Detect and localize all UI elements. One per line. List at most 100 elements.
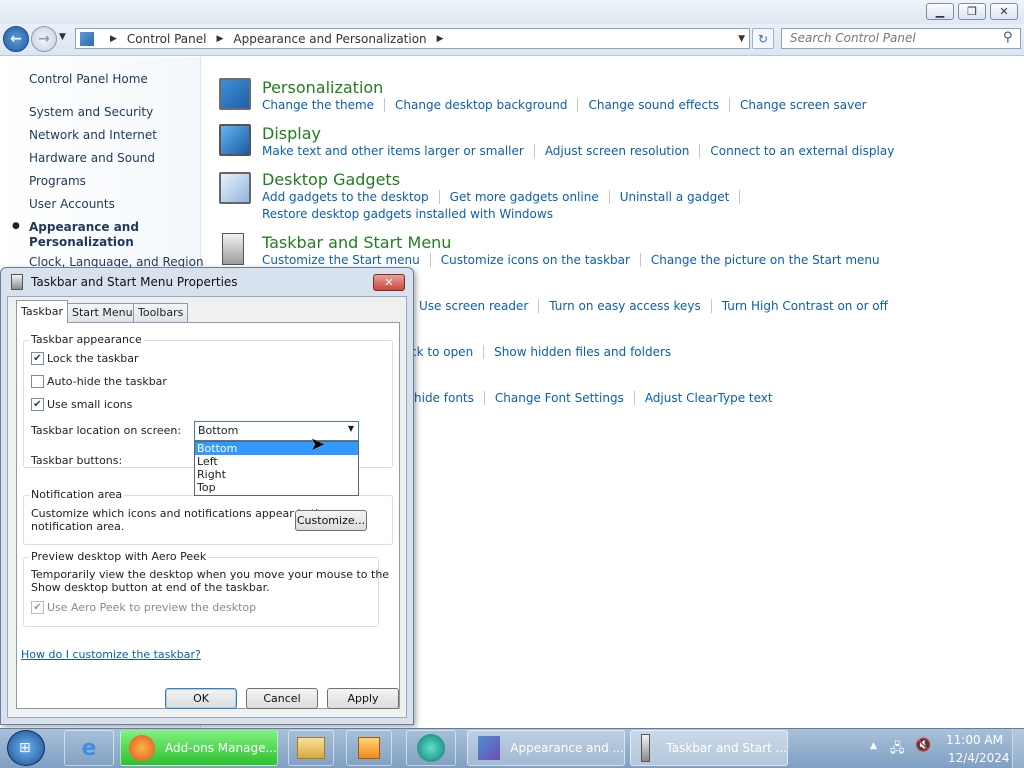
link-add-gadgets[interactable]: Add gadgets to the desktop xyxy=(262,190,429,204)
sidebar-item-hardware[interactable]: Hardware and Sound xyxy=(29,151,155,165)
address-dropdown-icon[interactable]: ▼ xyxy=(738,34,745,44)
apply-button[interactable]: Apply xyxy=(327,688,399,709)
dialog-titlebar[interactable]: Taskbar and Start Menu Properties xyxy=(1,268,413,296)
aero-peek-checkbox: ✔ xyxy=(31,601,44,614)
location-option-right[interactable]: Right xyxy=(195,468,358,481)
link-screen-reader[interactable]: Use screen reader xyxy=(419,299,528,313)
sidebar-item-user-accounts[interactable]: User Accounts xyxy=(29,197,115,211)
start-button[interactable]: ⊞ xyxy=(7,730,45,766)
link-cleartype[interactable]: Adjust ClearType text xyxy=(645,391,773,405)
network-icon[interactable]: 🖧 xyxy=(890,739,905,761)
link-more-gadgets[interactable]: Get more gadgets online xyxy=(450,190,599,204)
link-uninstall-gadget[interactable]: Uninstall a gadget xyxy=(620,190,730,204)
lock-taskbar-label[interactable]: Lock the taskbar xyxy=(47,352,139,365)
link-hidden-files[interactable]: Show hidden files and folders xyxy=(494,345,671,359)
link-font-settings[interactable]: Change Font Settings xyxy=(495,391,624,405)
link-restore-gadgets[interactable]: Restore desktop gadgets installed with W… xyxy=(262,207,553,221)
lock-taskbar-checkbox[interactable]: ✔ xyxy=(31,352,44,365)
ok-button[interactable]: OK xyxy=(165,688,237,709)
tab-start-menu[interactable]: Start Menu xyxy=(67,303,138,323)
refresh-button[interactable]: ↻ xyxy=(752,28,774,49)
notification-text-2: notification area. xyxy=(31,520,125,533)
link-hide-fonts[interactable]: hide fonts xyxy=(414,391,474,405)
customize-button[interactable]: Customize... xyxy=(295,510,367,531)
location-label: Taskbar location on screen: xyxy=(31,424,182,437)
app-taskbar-button[interactable] xyxy=(406,730,456,766)
link-change-screensaver[interactable]: Change screen saver xyxy=(740,98,867,112)
link-change-background[interactable]: Change desktop background xyxy=(395,98,567,112)
link-start-picture[interactable]: Change the picture on the Start menu xyxy=(651,253,880,267)
back-button[interactable]: ← xyxy=(3,26,29,52)
ie-taskbar-button[interactable]: e xyxy=(64,730,114,766)
personalization-icon xyxy=(219,78,251,110)
taskbar-location-dropdown: Bottom Left Right Top xyxy=(194,441,359,496)
teal-app-icon xyxy=(417,734,445,762)
search-icon[interactable]: ⚲ xyxy=(1003,30,1013,45)
link-screen-resolution[interactable]: Adjust screen resolution xyxy=(545,144,690,158)
tab-toolbars[interactable]: Toolbars xyxy=(133,303,189,323)
sidebar-item-network[interactable]: Network and Internet xyxy=(29,128,157,142)
taskbar-properties-dialog: Taskbar and Start Menu Properties ✕ Task… xyxy=(0,267,414,725)
sidebar-item-system-security[interactable]: System and Security xyxy=(29,105,153,119)
gadgets-icon xyxy=(219,172,251,204)
control-panel-taskbar-button[interactable]: Appearance and ... xyxy=(467,730,625,766)
cancel-button[interactable]: Cancel xyxy=(246,688,318,709)
show-hidden-icons-icon[interactable]: ▲ xyxy=(870,741,877,751)
close-button[interactable]: ✕ xyxy=(990,3,1018,20)
link-customize-taskbar-icons[interactable]: Customize icons on the taskbar xyxy=(441,253,630,267)
search-input[interactable]: Search Control Panel xyxy=(781,28,1021,49)
link-click-to-open[interactable]: ck to open xyxy=(410,345,473,359)
forward-button[interactable]: → xyxy=(31,26,57,52)
sidebar-control-panel-home[interactable]: Control Panel Home xyxy=(29,72,148,86)
close-icon: ✕ xyxy=(384,276,394,289)
search-placeholder: Search Control Panel xyxy=(790,31,916,45)
breadcrumb-appearance[interactable]: Appearance and Personalization xyxy=(233,32,426,46)
small-icons-checkbox[interactable]: ✔ xyxy=(31,398,44,411)
personalization-title[interactable]: Personalization xyxy=(262,78,383,97)
location-option-bottom[interactable]: Bottom xyxy=(195,442,358,455)
dialog-taskbar-label: Taskbar and Start ... xyxy=(666,741,787,755)
link-text-size[interactable]: Make text and other items larger or smal… xyxy=(262,144,524,158)
sidebar-item-programs[interactable]: Programs xyxy=(29,174,86,188)
separator xyxy=(483,345,485,359)
tab-taskbar[interactable]: Taskbar xyxy=(16,300,68,323)
taskbar-location-select[interactable]: Bottom ▼ xyxy=(194,421,359,441)
dialog-taskbar-button[interactable]: Taskbar and Start ... xyxy=(630,730,788,766)
maximize-button[interactable]: ❐ xyxy=(958,3,986,20)
show-desktop-button[interactable] xyxy=(1012,729,1024,768)
help-link[interactable]: How do I customize the taskbar? xyxy=(21,648,201,661)
link-customize-start[interactable]: Customize the Start menu xyxy=(262,253,420,267)
small-icons-label[interactable]: Use small icons xyxy=(47,398,132,411)
autohide-checkbox[interactable] xyxy=(31,375,44,388)
media-player-taskbar-button[interactable] xyxy=(346,730,392,766)
location-selected-value: Bottom xyxy=(198,424,239,437)
tab-panel: Taskbar appearance ✔ Lock the taskbar Au… xyxy=(16,322,400,709)
link-easy-access-keys[interactable]: Turn on easy access keys xyxy=(549,299,700,313)
link-external-display[interactable]: Connect to an external display xyxy=(710,144,894,158)
taskbar-start-title[interactable]: Taskbar and Start Menu xyxy=(262,233,451,252)
mouse-cursor-icon: ➤ xyxy=(310,434,326,455)
location-option-left[interactable]: Left xyxy=(195,455,358,468)
autohide-label[interactable]: Auto-hide the taskbar xyxy=(47,375,167,388)
explorer-taskbar-button[interactable] xyxy=(288,730,334,766)
breadcrumb-control-panel[interactable]: Control Panel xyxy=(127,32,207,46)
link-change-sound[interactable]: Change sound effects xyxy=(588,98,719,112)
separator xyxy=(483,391,485,405)
link-high-contrast[interactable]: Turn High Contrast on or off xyxy=(722,299,888,313)
sidebar-item-appearance-line2: Personalization xyxy=(29,235,134,249)
display-title[interactable]: Display xyxy=(262,124,321,143)
address-bar[interactable]: ▶ Control Panel ▶ Appearance and Persona… xyxy=(75,28,750,49)
volume-muted-icon[interactable]: 🔇 xyxy=(915,738,931,753)
clock-time[interactable]: 11:00 AM xyxy=(946,733,1003,747)
separator xyxy=(533,144,535,158)
dialog-close-button[interactable]: ✕ xyxy=(373,274,405,291)
control-panel-taskbar-label: Appearance and ... xyxy=(510,741,624,755)
firefox-taskbar-button[interactable]: Add-ons Manage... xyxy=(120,730,278,766)
recent-pages-dropdown-icon[interactable]: ▼ xyxy=(59,32,66,42)
restore-icon: ❐ xyxy=(967,5,977,18)
location-option-top[interactable]: Top xyxy=(195,481,358,494)
link-change-theme[interactable]: Change the theme xyxy=(262,98,374,112)
clock-date[interactable]: 12/4/2024 xyxy=(948,751,1010,765)
gadgets-title[interactable]: Desktop Gadgets xyxy=(262,170,400,189)
minimize-button[interactable]: ▁ xyxy=(926,3,954,20)
